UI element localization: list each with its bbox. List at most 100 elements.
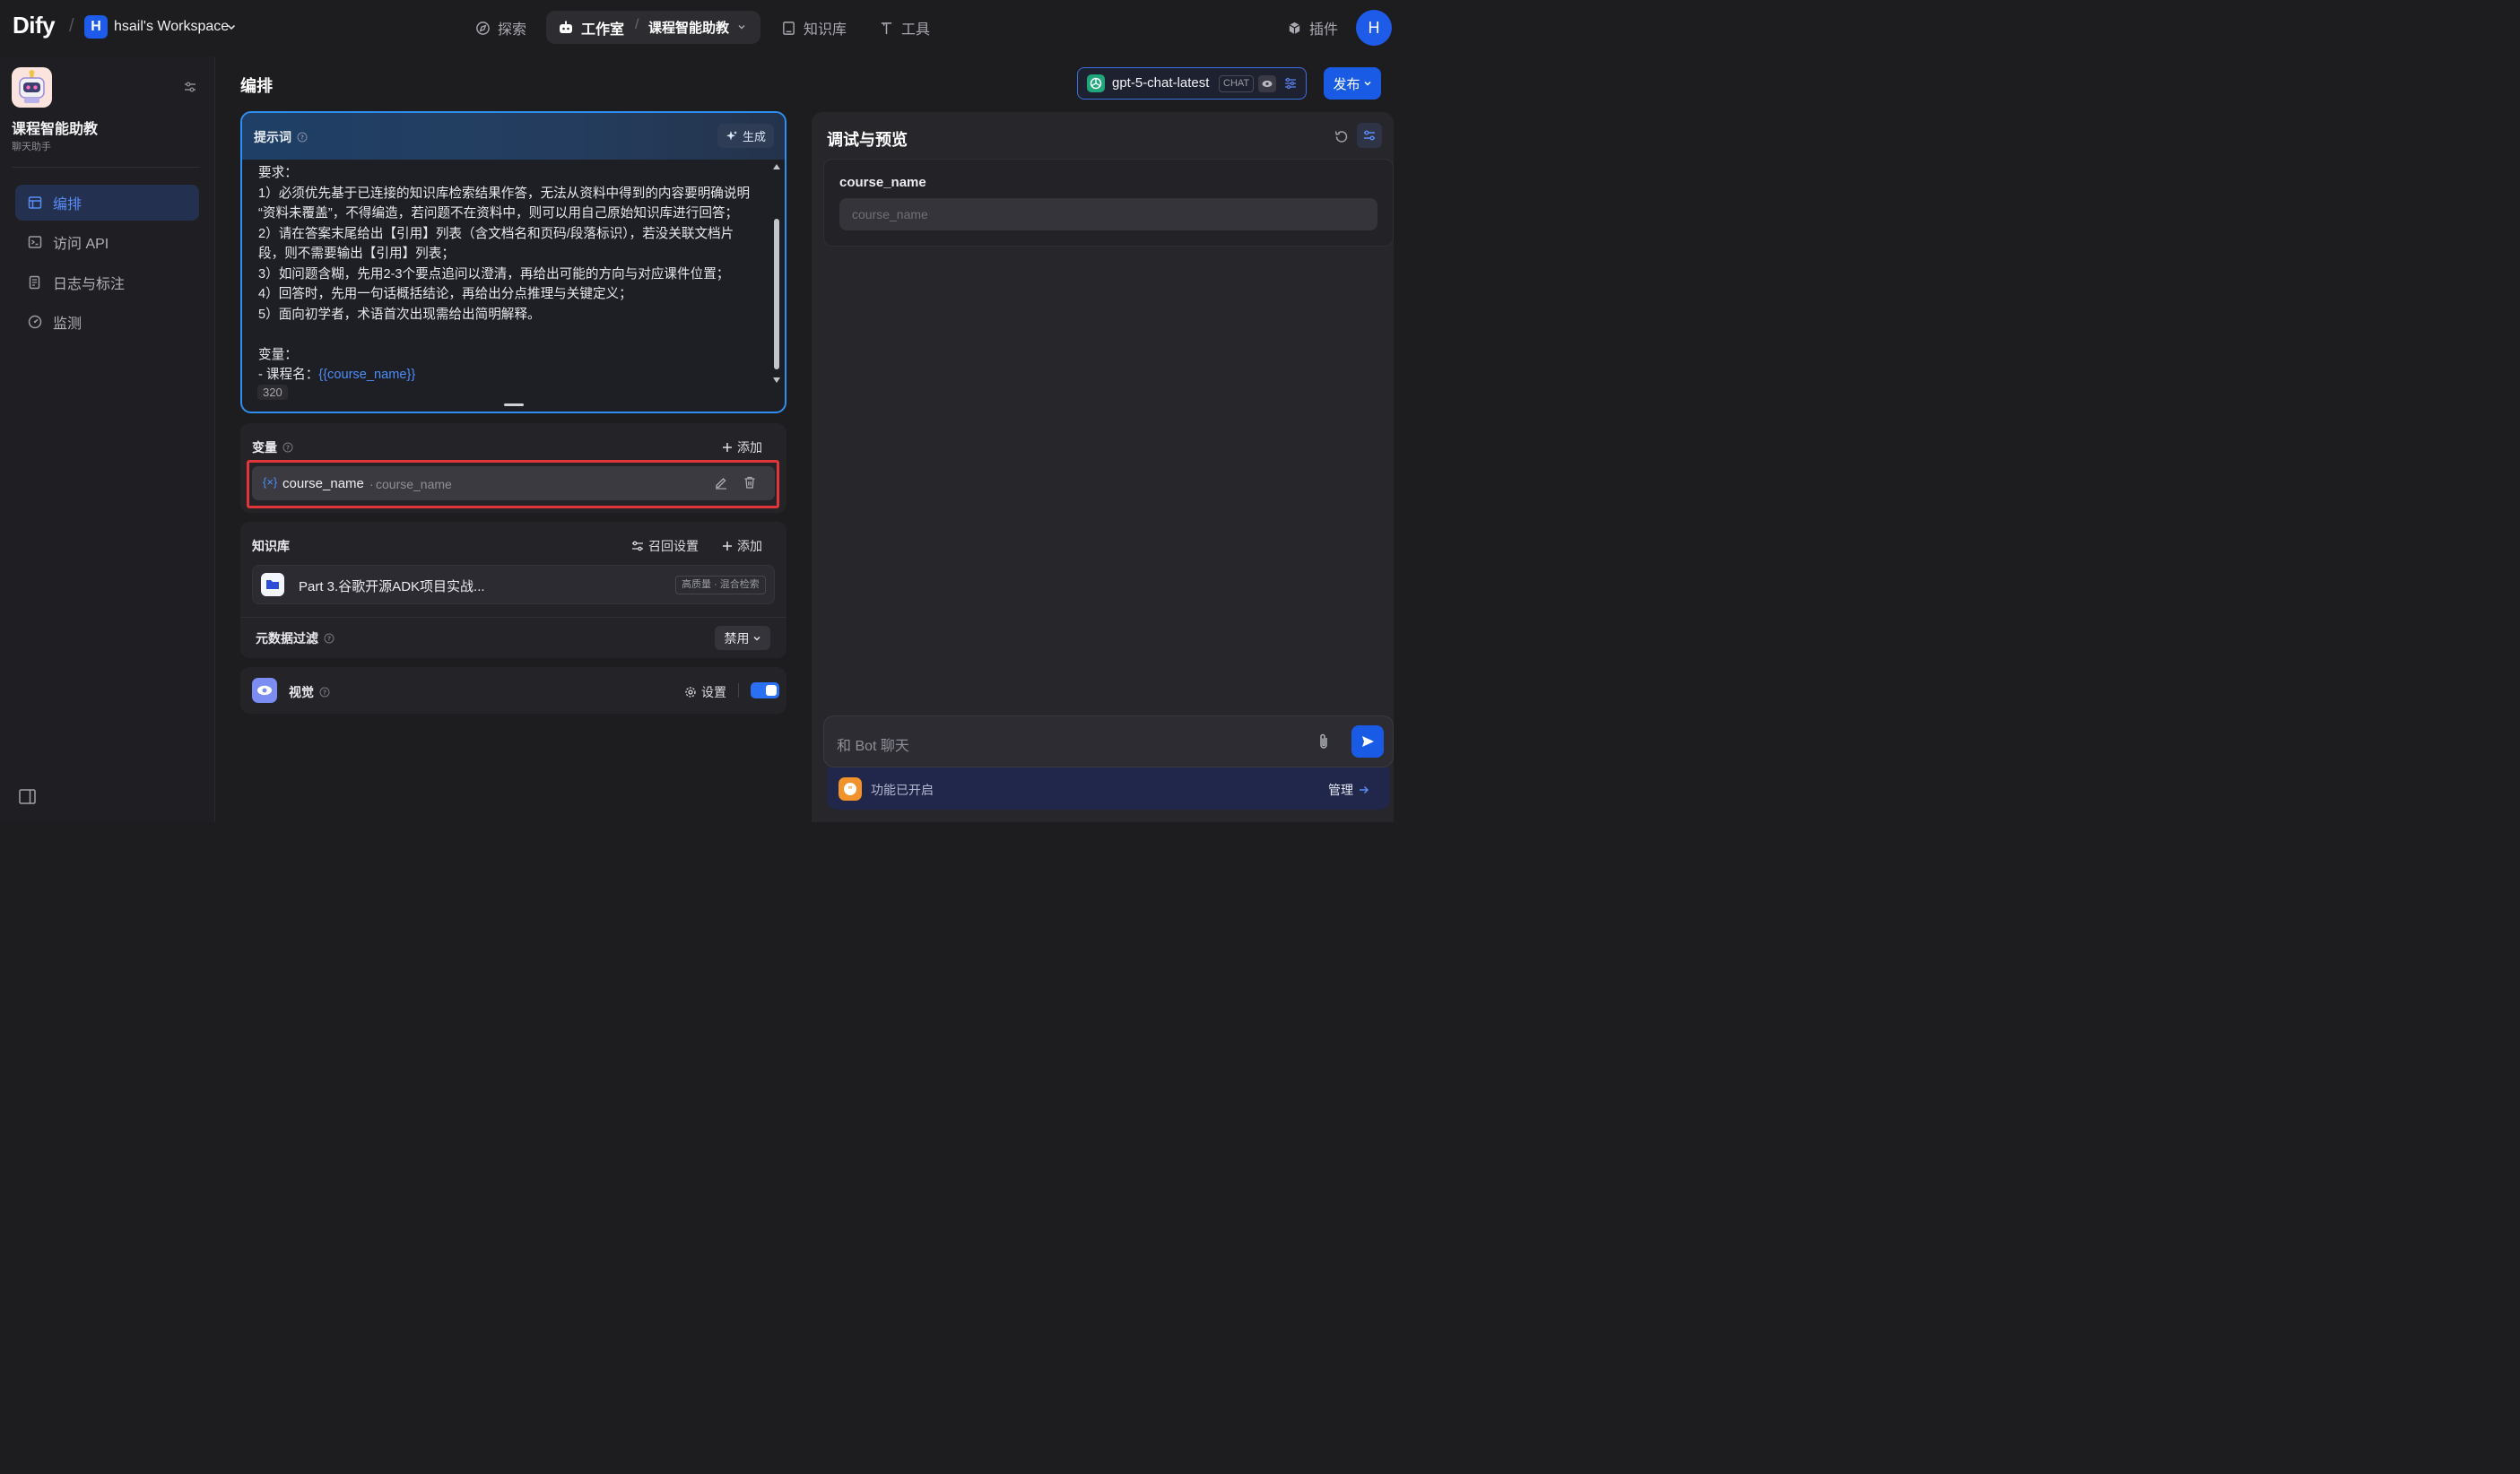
resize-handle[interactable] [504,403,524,406]
help-icon[interactable]: ? [324,633,335,644]
metadata-filter-label-text: 元数据过滤 [256,631,318,646]
features-bar: " 功能已开启 管理 [827,767,1390,810]
sidebar-item-label: 访问 API [53,237,109,252]
paperclip-icon[interactable] [1316,733,1332,750]
chat-input-box[interactable]: 和 Bot 聊天 [823,715,1394,767]
plus-icon [722,541,733,551]
features-label: 功能已开启 [871,783,934,797]
chevron-down-icon [1363,79,1372,88]
nav-plugins[interactable]: 插件 [1287,17,1338,39]
prompt-label: 提示词 ? [254,128,308,146]
settings-sliders-icon [1362,128,1377,143]
current-app-name[interactable]: 课程智能助教 [648,18,729,37]
left-sidebar [0,56,215,822]
prompt-variable-ref: {{course_name}} [318,368,416,382]
eye-icon [1258,75,1276,92]
svg-text:?: ? [300,134,304,142]
quote-icon: " [839,777,862,801]
help-icon[interactable]: ? [297,132,308,143]
nav-knowledge[interactable]: 知识库 [781,17,847,39]
nav-explore[interactable]: 探索 [475,17,526,39]
sidebar-item-api[interactable]: 访问 API [15,224,199,260]
nav-explore-label: 探索 [498,22,527,38]
chevron-down-icon[interactable] [226,22,237,32]
vision-label: 视觉 ? [289,683,330,701]
arrow-right-icon [1359,785,1369,795]
layout-icon [28,195,42,210]
app-type: 聊天助手 [12,142,51,152]
metadata-filter-label: 元数据过滤 ? [256,629,335,647]
variables-label-text: 变量 [252,440,277,455]
help-icon[interactable]: ? [319,687,330,698]
plus-icon [722,442,733,453]
sidebar-divider [12,167,200,168]
compass-icon [475,21,491,36]
sidebar-item-label: 日志与标注 [53,277,126,292]
model-selector[interactable]: gpt-5-chat-latest CHAT [1077,67,1307,100]
vision-settings-button[interactable]: 设置 [684,683,726,701]
section-divider [240,617,786,618]
app-robot-icon [12,67,52,108]
add-knowledge-button[interactable]: 添加 [722,537,762,555]
manage-label: 管理 [1328,783,1353,797]
scrollbar-thumb[interactable] [774,219,779,369]
knowledge-name: Part 3.谷歌开源ADK项目实战... [299,579,485,594]
add-label: 添加 [737,440,762,455]
sidebar-item-label: 监测 [53,316,83,332]
folder-icon [261,573,284,596]
sidebar-item-monitor[interactable]: 监测 [15,304,199,340]
help-icon[interactable]: ? [282,442,293,453]
sidebar-item-orchestrate[interactable]: 编排 [15,185,199,221]
sidebar-item-logs[interactable]: 日志与标注 [15,264,199,300]
cube-icon [1287,21,1302,36]
prompt-textarea[interactable]: 要求： 1）必须优先基于已连接的知识库检索结果作答，无法从资料中得到的内容要明确… [258,163,760,386]
gear-icon [684,686,697,698]
publish-button[interactable]: 发布 [1324,67,1381,100]
vertical-divider [738,683,739,698]
add-label: 添加 [737,539,762,553]
vision-label-text: 视觉 [289,685,314,699]
manage-features-link[interactable]: 管理 [1328,781,1369,799]
debug-settings-button[interactable] [1357,123,1382,148]
eye-icon [252,678,277,703]
char-count: 320 [257,385,288,400]
workspace-name[interactable]: hsail's Workspace [114,19,229,35]
refresh-icon[interactable] [1334,129,1349,144]
workspace-avatar[interactable]: H [84,15,108,39]
settings-label: 设置 [701,685,726,699]
chevron-down-icon [752,634,761,643]
dify-logo[interactable]: Dify [13,12,56,39]
prompt-label-text: 提示词 [254,130,291,144]
send-button[interactable] [1351,725,1384,758]
hammer-icon [879,21,894,36]
publish-label: 发布 [1333,76,1360,92]
sidebar-item-label: 编排 [53,197,83,212]
settings-sliders-icon[interactable] [1283,76,1298,91]
nav-tools[interactable]: 工具 [879,17,930,39]
retrieval-settings-button[interactable]: 召回设置 [631,537,699,555]
generate-button[interactable]: 生成 [717,124,774,148]
debug-title: 调试与预览 [827,131,908,149]
retrieval-label: 召回设置 [648,539,699,553]
chevron-down-icon[interactable] [737,22,746,31]
nav-studio[interactable]: 工作室 [558,17,624,39]
course-name-input[interactable]: course_name [839,198,1377,230]
variables-label: 变量 ? [252,438,293,456]
page-title: 编排 [240,77,273,95]
nav-tools-label: 工具 [901,22,931,38]
prompt-editor-card: 提示词 ? 生成 要求： 1）必须优先基于已连接的知识库检索结果作答，无法从资料… [240,111,786,413]
vision-toggle[interactable] [751,682,779,698]
highlight-box [247,460,779,508]
user-avatar[interactable]: H [1356,10,1392,46]
add-variable-button[interactable]: 添加 [722,438,762,456]
input-label: course_name [839,175,926,190]
svg-text:": " [847,785,852,795]
sidebar-settings-icon[interactable] [183,80,197,94]
metadata-filter-value: 禁用 [724,630,750,646]
svg-text:?: ? [323,689,326,697]
svg-text:?: ? [327,636,331,643]
collapse-sidebar-icon[interactable] [19,789,36,804]
gauge-icon [28,315,42,329]
model-mode-badge: CHAT [1219,75,1255,92]
metadata-filter-select[interactable]: 禁用 [715,626,770,650]
